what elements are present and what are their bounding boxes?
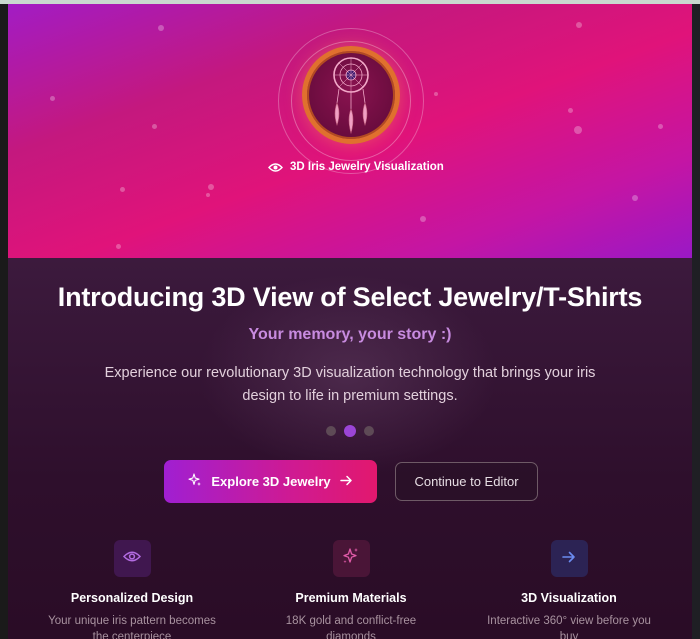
explore-3d-jewelry-button[interactable]: Explore 3D Jewelry	[164, 460, 377, 503]
sparkles-icon	[342, 547, 360, 570]
bokeh-dot	[568, 108, 573, 113]
carousel-dot-2[interactable]	[344, 425, 356, 437]
promo-modal: 3D Iris Jewelry Visualization Introducin…	[8, 4, 692, 639]
bokeh-dot	[206, 193, 210, 197]
dreamcatcher-icon	[321, 51, 381, 140]
sparkles-icon	[188, 473, 202, 490]
bokeh-dot	[120, 187, 125, 192]
bokeh-dot	[658, 124, 663, 129]
feature-icon-box	[332, 540, 370, 577]
bokeh-dot	[576, 22, 582, 28]
medallion	[302, 46, 400, 144]
hero-banner: 3D Iris Jewelry Visualization	[8, 4, 692, 258]
feature-description: 18K gold and conflict-free diamonds	[285, 615, 417, 639]
bokeh-dot	[158, 25, 164, 31]
carousel-dot-1[interactable]	[326, 426, 336, 436]
explore-button-label: Explore 3D Jewelry	[211, 474, 331, 489]
bokeh-dot	[420, 216, 426, 222]
eye-icon	[268, 162, 283, 173]
bokeh-dot	[208, 184, 214, 190]
feature-title: Personalized Design	[70, 591, 194, 605]
feature-description: Interactive 360° view before you buy	[487, 615, 651, 639]
window-left-edge	[0, 4, 8, 639]
feature-premium-materials: Premium Materials 18K gold and conflict-…	[241, 540, 461, 639]
bokeh-dot	[116, 244, 121, 249]
feature-icon-box	[113, 540, 151, 577]
bokeh-dot	[152, 124, 157, 129]
bokeh-dot	[50, 96, 55, 101]
feature-icon-box	[550, 540, 588, 577]
carousel-indicators	[326, 425, 374, 437]
eye-icon	[122, 550, 142, 568]
arrow-right-icon	[339, 474, 353, 489]
window-right-edge	[692, 4, 700, 639]
feature-title: 3D Visualization	[521, 591, 617, 605]
bokeh-dot	[434, 92, 438, 96]
feature-title: Premium Materials	[295, 591, 407, 605]
bokeh-dot	[574, 126, 582, 134]
visualization-label: 3D Iris Jewelry Visualization	[268, 158, 444, 176]
bokeh-dot	[632, 195, 638, 201]
tagline: Your memory, your story :)	[248, 326, 452, 343]
description: Experience our revolutionary 3D visualiz…	[104, 365, 596, 404]
continue-to-editor-button[interactable]: Continue to Editor	[395, 462, 538, 501]
page-title: Introducing 3D View of Select Jewelry/T-…	[57, 282, 643, 312]
visualization-label-text: 3D Iris Jewelry Visualization	[290, 161, 444, 173]
arrow-right-icon	[562, 550, 576, 568]
feature-3d-visualization: 3D Visualization Interactive 360° view b…	[459, 540, 679, 639]
carousel-dot-3[interactable]	[364, 426, 374, 436]
feature-description: Your unique iris pattern becomes the cen…	[48, 615, 216, 639]
feature-personalized-design: Personalized Design Your unique iris pat…	[22, 540, 242, 639]
